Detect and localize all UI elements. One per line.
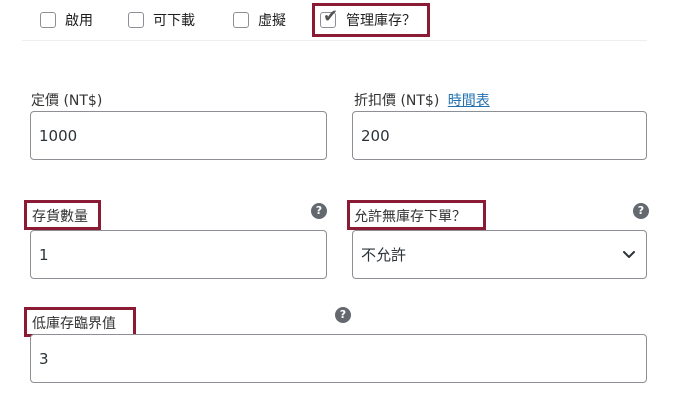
low-stock-value: 3 [39,349,49,368]
regular-price-value: 1000 [39,126,78,145]
backorders-help-icon[interactable]: ? [633,203,649,219]
sale-price-label-group: 折扣價 (NT$) 時間表 [354,90,490,110]
downloadable-checkbox[interactable] [128,12,144,28]
sale-price-value: 200 [361,126,390,145]
downloadable-checkbox-label: 可下載 [153,13,195,29]
backorders-highlight [347,200,486,230]
enable-checkbox[interactable] [40,12,56,28]
stock-qty-input[interactable]: 1 [30,230,327,279]
stock-qty-highlight [24,200,101,230]
divider [22,40,647,41]
low-stock-help-icon[interactable]: ? [335,307,351,323]
virtual-checkbox-group-enable[interactable]: 啟用 [40,6,93,34]
low-stock-input[interactable]: 3 [30,334,647,383]
stock-qty-help-icon[interactable]: ? [311,203,327,219]
enable-checkbox-label: 啟用 [65,13,93,29]
chevron-down-icon [623,250,635,258]
regular-price-label: 定價 (NT$) [31,93,103,109]
sale-price-input[interactable]: 200 [352,111,647,160]
sale-price-label: 折扣價 (NT$) [354,93,440,109]
downloadable-checkbox-group[interactable]: 可下載 [128,6,195,34]
sale-schedule-link[interactable]: 時間表 [448,93,490,109]
virtual-checkbox-group[interactable]: 虛擬 [233,6,286,34]
manage-stock-highlight [312,3,430,37]
stock-qty-value: 1 [39,245,49,264]
virtual-checkbox-label: 虛擬 [258,13,286,29]
virtual-checkbox[interactable] [233,12,249,28]
backorders-select[interactable]: 不允許 [352,230,647,279]
backorders-selected-value: 不允許 [361,246,407,264]
low-stock-highlight [24,307,136,337]
regular-price-input[interactable]: 1000 [30,111,327,160]
